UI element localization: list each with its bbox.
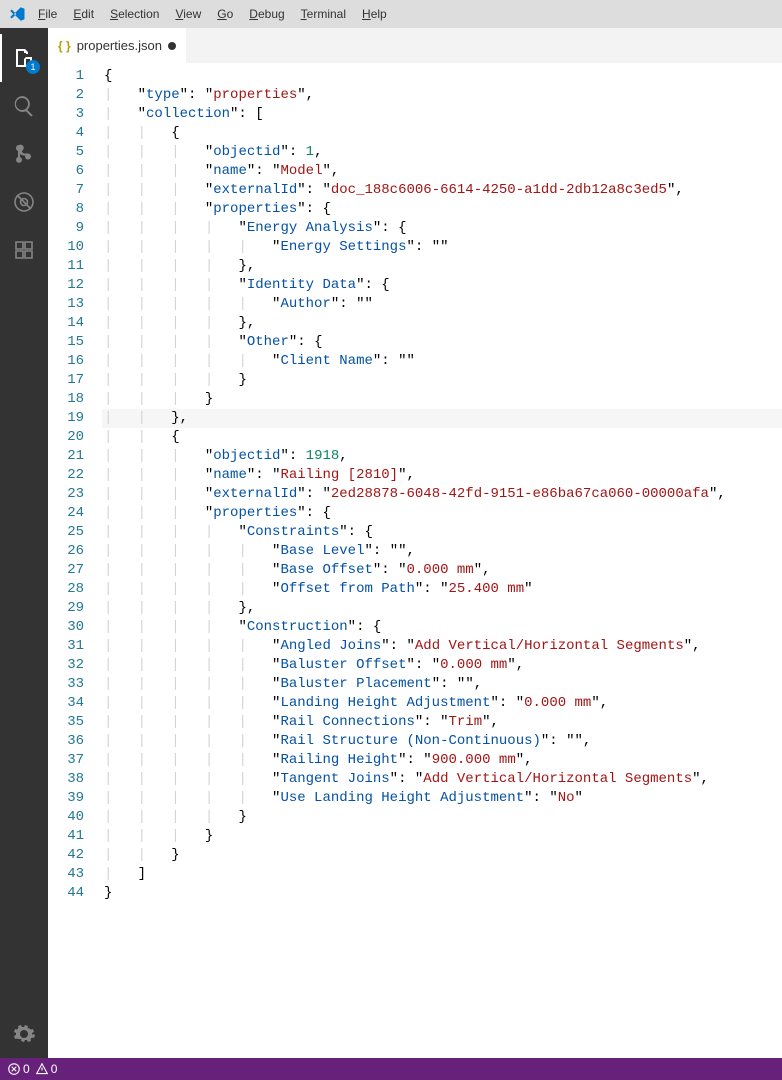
code-line[interactable]: | | | | | "Railing Height": "900.000 mm"… [102, 751, 782, 770]
code-line[interactable]: | | | | | "Angled Joins": "Add Vertical/… [102, 637, 782, 656]
code-line[interactable]: | "type": "properties", [102, 86, 782, 105]
debug-icon[interactable] [0, 178, 48, 226]
tab-label: properties.json [77, 38, 162, 53]
menu-file[interactable]: File [30, 7, 65, 21]
menu-view[interactable]: View [167, 7, 209, 21]
line-number-gutter: 1234567891011121314151617181920212223242… [48, 63, 102, 1058]
search-icon[interactable] [0, 82, 48, 130]
code-line[interactable]: | | | | "Constraints": { [102, 523, 782, 542]
tab-bar: { } properties.json [48, 28, 782, 63]
code-line[interactable]: | | | | | "Offset from Path": "25.400 mm… [102, 580, 782, 599]
json-file-icon: { } [58, 39, 71, 53]
code-line[interactable]: | | | "objectid": 1918, [102, 447, 782, 466]
explorer-icon[interactable]: 1 [0, 34, 48, 82]
warnings-indicator[interactable]: 0 [36, 1062, 58, 1076]
status-bar: 0 0 [0, 1058, 782, 1080]
code-line[interactable]: | | | "objectid": 1, [102, 143, 782, 162]
code-line[interactable]: | | { [102, 124, 782, 143]
code-line[interactable]: | | | | | "Rail Structure (Non-Continuou… [102, 732, 782, 751]
code-line[interactable]: | | | | | "Base Level": "", [102, 542, 782, 561]
code-line[interactable]: | | | | | "Tangent Joins": "Add Vertical… [102, 770, 782, 789]
warnings-count: 0 [51, 1062, 58, 1076]
code-line[interactable]: | | | } [102, 390, 782, 409]
menu-go[interactable]: Go [209, 7, 241, 21]
code-content[interactable]: {| "type": "properties",| "collection": … [102, 63, 782, 1058]
tab-properties-json[interactable]: { } properties.json [48, 28, 187, 63]
code-line[interactable]: | | | "externalId": "doc_188c6006-6614-4… [102, 181, 782, 200]
menu-help[interactable]: Help [354, 7, 395, 21]
code-line[interactable]: | | | | | "Author": "" [102, 295, 782, 314]
explorer-badge: 1 [26, 60, 40, 74]
source-control-icon[interactable] [0, 130, 48, 178]
code-line[interactable]: | | | "properties": { [102, 200, 782, 219]
code-line[interactable]: | | | | | "Use Landing Height Adjustment… [102, 789, 782, 808]
menu-selection[interactable]: Selection [102, 7, 167, 21]
code-line[interactable]: | | | | } [102, 808, 782, 827]
code-line[interactable]: | | | "name": "Model", [102, 162, 782, 181]
editor-area: { } properties.json 12345678910111213141… [48, 28, 782, 1058]
vscode-logo-icon [4, 5, 30, 23]
extensions-icon[interactable] [0, 226, 48, 274]
code-line[interactable]: | | | | "Construction": { [102, 618, 782, 637]
menu-terminal[interactable]: Terminal [293, 7, 354, 21]
errors-indicator[interactable]: 0 [8, 1062, 30, 1076]
menu-debug[interactable]: Debug [241, 7, 292, 21]
code-line[interactable]: | | | | | "Energy Settings": "" [102, 238, 782, 257]
code-line[interactable]: | | | | }, [102, 599, 782, 618]
code-line[interactable]: | | } [102, 846, 782, 865]
errors-count: 0 [23, 1062, 30, 1076]
code-line[interactable]: | | | | | "Baluster Offset": "0.000 mm", [102, 656, 782, 675]
code-line[interactable]: | | | | } [102, 371, 782, 390]
code-line[interactable]: | | | | | "Baluster Placement": "", [102, 675, 782, 694]
code-line[interactable]: | | | "externalId": "2ed28878-6048-42fd-… [102, 485, 782, 504]
code-line[interactable]: | | | "properties": { [102, 504, 782, 523]
menu-edit[interactable]: Edit [65, 7, 102, 21]
code-line[interactable]: | | }, [102, 409, 782, 428]
code-line[interactable]: | | | | }, [102, 314, 782, 333]
code-line[interactable]: } [102, 884, 782, 903]
code-line[interactable]: | | | | "Identity Data": { [102, 276, 782, 295]
code-line[interactable]: | | | | | "Landing Height Adjustment": "… [102, 694, 782, 713]
dirty-indicator-icon [168, 42, 176, 50]
code-line[interactable]: | | | | "Energy Analysis": { [102, 219, 782, 238]
settings-gear-icon[interactable] [0, 1010, 48, 1058]
code-line[interactable]: | | | | }, [102, 257, 782, 276]
code-line[interactable]: | | | | | "Rail Connections": "Trim", [102, 713, 782, 732]
code-line[interactable]: | | | "name": "Railing [2810]", [102, 466, 782, 485]
code-line[interactable]: | | { [102, 428, 782, 447]
code-line[interactable]: | ] [102, 865, 782, 884]
code-line[interactable]: | "collection": [ [102, 105, 782, 124]
code-line[interactable]: | | | | | "Client Name": "" [102, 352, 782, 371]
activity-bar: 1 [0, 28, 48, 1058]
code-line[interactable]: | | | | "Other": { [102, 333, 782, 352]
code-editor[interactable]: 1234567891011121314151617181920212223242… [48, 63, 782, 1058]
code-line[interactable]: { [102, 67, 782, 86]
menubar: FileEditSelectionViewGoDebugTerminalHelp [0, 0, 782, 28]
code-line[interactable]: | | | } [102, 827, 782, 846]
code-line[interactable]: | | | | | "Base Offset": "0.000 mm", [102, 561, 782, 580]
